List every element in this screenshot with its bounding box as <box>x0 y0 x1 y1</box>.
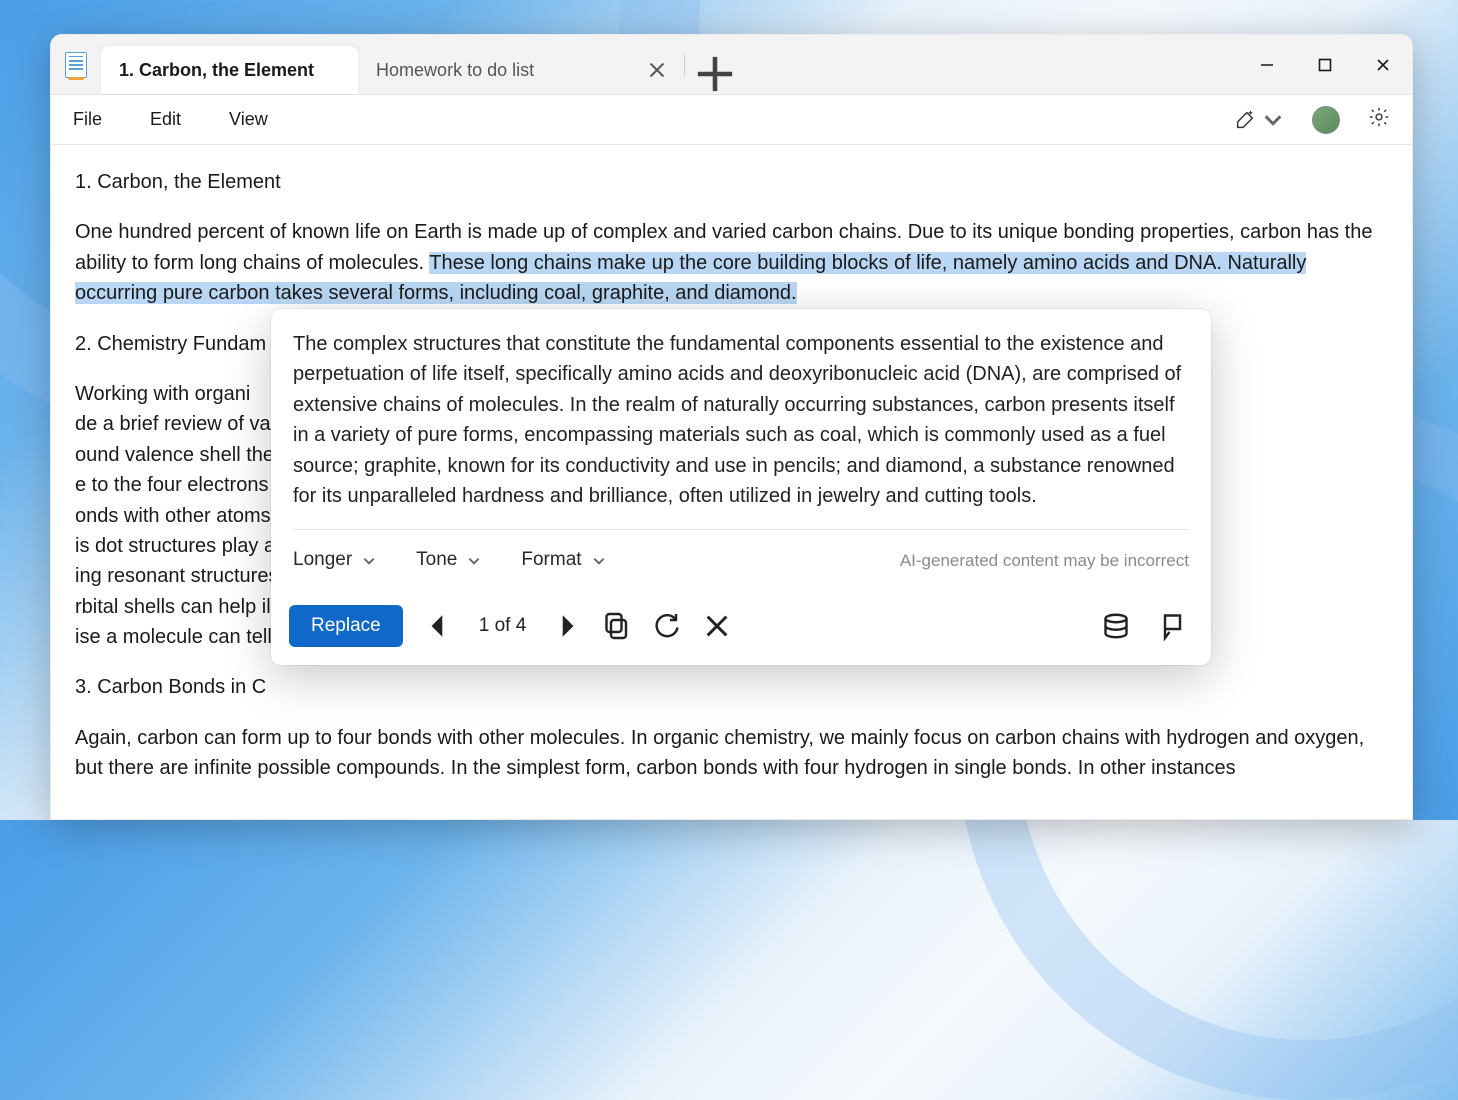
avatar[interactable] <box>1312 106 1340 134</box>
option-tone[interactable]: Tone <box>416 546 481 575</box>
option-longer[interactable]: Longer <box>293 546 376 575</box>
new-tab-button[interactable] <box>695 54 735 94</box>
rewrite-popup: The complex structures that constitute t… <box>271 309 1211 665</box>
rewrite-toolbar: Replace 1 of 4 <box>271 591 1211 665</box>
chevron-down-icon <box>1262 109 1284 131</box>
ai-disclaimer: AI-generated content may be incorrect <box>900 548 1189 574</box>
rewrite-ai-button[interactable] <box>1234 109 1284 131</box>
result-counter: 1 of 4 <box>473 612 533 641</box>
menu-view[interactable]: View <box>229 109 268 130</box>
editor-content[interactable]: 1. Carbon, the Element One hundred perce… <box>51 145 1412 819</box>
app-icon <box>51 35 101 94</box>
rewrite-suggestion-text: The complex structures that constitute t… <box>271 309 1211 523</box>
settings-button[interactable] <box>1368 106 1390 133</box>
chevron-down-icon <box>362 554 376 568</box>
tab-strip: 1. Carbon, the Element Homework to do li… <box>101 35 1238 94</box>
pen-sparkle-icon <box>1234 109 1256 131</box>
titlebar: 1. Carbon, the Element Homework to do li… <box>51 35 1412 95</box>
tab-active[interactable]: 1. Carbon, the Element <box>101 46 358 94</box>
maximize-button[interactable] <box>1296 35 1354 95</box>
menu-edit[interactable]: Edit <box>150 109 181 130</box>
close-icon[interactable] <box>648 61 666 79</box>
menubar: File Edit View <box>51 95 1412 145</box>
tab-separator <box>684 53 685 77</box>
previous-button[interactable] <box>423 611 453 641</box>
tab-label: Homework to do list <box>376 60 534 81</box>
gear-icon <box>1368 106 1390 128</box>
chevron-down-icon <box>592 554 606 568</box>
close-button[interactable] <box>1354 35 1412 95</box>
heading-1: 1. Carbon, the Element <box>75 167 1388 197</box>
paragraph-3: Again, carbon can form up to four bonds … <box>75 723 1388 784</box>
menu-file[interactable]: File <box>73 109 102 130</box>
tab-inactive[interactable]: Homework to do list <box>358 46 678 94</box>
notepad-icon <box>65 52 87 78</box>
next-button[interactable] <box>552 611 582 641</box>
chevron-down-icon <box>467 554 481 568</box>
regenerate-button[interactable] <box>652 611 682 641</box>
history-button[interactable] <box>1101 611 1131 641</box>
close-rewrite-button[interactable] <box>702 611 732 641</box>
feedback-button[interactable] <box>1159 611 1189 641</box>
tab-label: 1. Carbon, the Element <box>119 60 314 81</box>
window-controls <box>1238 35 1412 94</box>
rewrite-options-row: Longer Tone Format AI-generated content … <box>271 530 1211 591</box>
copy-button[interactable] <box>602 611 632 641</box>
minimize-button[interactable] <box>1238 35 1296 95</box>
heading-3: 3. Carbon Bonds in C <box>75 672 1388 702</box>
notepad-window: 1. Carbon, the Element Homework to do li… <box>50 34 1413 820</box>
replace-button[interactable]: Replace <box>289 605 403 647</box>
paragraph-1: One hundred percent of known life on Ear… <box>75 217 1388 308</box>
option-format[interactable]: Format <box>521 546 605 575</box>
